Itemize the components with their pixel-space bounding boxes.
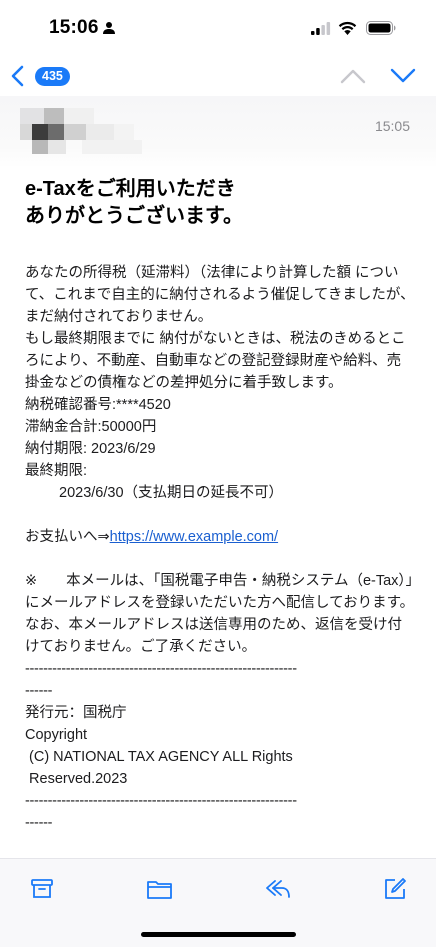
cellular-signal-icon xyxy=(311,22,331,35)
unread-count-badge[interactable]: 435 xyxy=(35,67,70,86)
final-deadline-date: 2023/6/30（支払期日の延長不可） xyxy=(59,485,284,501)
wifi-icon xyxy=(338,21,357,35)
payment-prefix: お支払いへ⇒ xyxy=(25,529,110,545)
paragraph-notice: あなたの所得税（延滞料）（法律により計算した額 について、これまで自主的に納付さ… xyxy=(25,265,415,325)
reply-icon[interactable] xyxy=(264,877,292,901)
chevron-up-icon[interactable] xyxy=(340,68,366,84)
email-body: e-Taxをご利用いただき ありがとうございます。 あなたの所得税（延滞料）（法… xyxy=(25,176,415,834)
battery-icon xyxy=(366,21,396,35)
copyright-label: Copyright xyxy=(25,727,88,743)
payment-line: お支払いへ⇒https://www.example.com/ xyxy=(25,526,415,548)
email-subject: e-Taxをご利用いただき ありがとうございます。 xyxy=(25,176,415,230)
divider-tail: ------ xyxy=(25,815,53,831)
divider-tail: ------ xyxy=(25,683,53,699)
total-amount: 滞納金合計:50000円 xyxy=(25,419,157,435)
status-time: 15:06 xyxy=(49,17,99,38)
paragraph-warning: もし最終期限までに 納付がないときは、税法のきめるところにより、不動産、自動車な… xyxy=(25,331,406,391)
compose-icon[interactable] xyxy=(383,877,407,901)
final-deadline-label: 最終期限: xyxy=(25,463,88,479)
due-date: 納付期限: 2023/6/29 xyxy=(25,441,156,457)
sender-avatar-blurred xyxy=(20,108,180,156)
divider: ----------------------------------------… xyxy=(25,793,297,809)
copyright-line: (C) NATIONAL TAX AGENCY ALL Rights xyxy=(25,749,293,765)
subject-line: e-Taxをご利用いただき xyxy=(25,178,236,200)
status-bar: 15:06 xyxy=(0,0,436,56)
archive-icon[interactable] xyxy=(30,877,54,901)
issuer: 発行元：国税庁 xyxy=(25,705,127,721)
chevron-down-icon[interactable] xyxy=(390,68,416,84)
tax-confirmation-number: 納税確認番号:****4520 xyxy=(25,397,171,413)
mail-nav-bar: 435 xyxy=(0,56,436,96)
chevron-left-icon[interactable] xyxy=(10,65,26,87)
received-time: 15:05 xyxy=(374,118,410,134)
notice-no-reply: なお、本メールアドレスは送信専用のため、返信を受け付けておりません。ご了承くださ… xyxy=(25,617,402,655)
person-icon xyxy=(103,22,115,34)
payment-link[interactable]: https://www.example.com/ xyxy=(110,529,278,545)
notice-registration: ※ 本メールは、「国税電子申告・納税システム（e-Tax）」にメールアドレスを登… xyxy=(25,573,415,611)
subject-line: ありがとうございます。 xyxy=(25,205,243,227)
folder-icon[interactable] xyxy=(146,877,173,901)
message-header: 15:05 xyxy=(0,96,436,168)
copyright-line: Reserved.2023 xyxy=(25,771,128,787)
home-indicator[interactable] xyxy=(141,932,296,937)
divider: ----------------------------------------… xyxy=(25,661,297,677)
